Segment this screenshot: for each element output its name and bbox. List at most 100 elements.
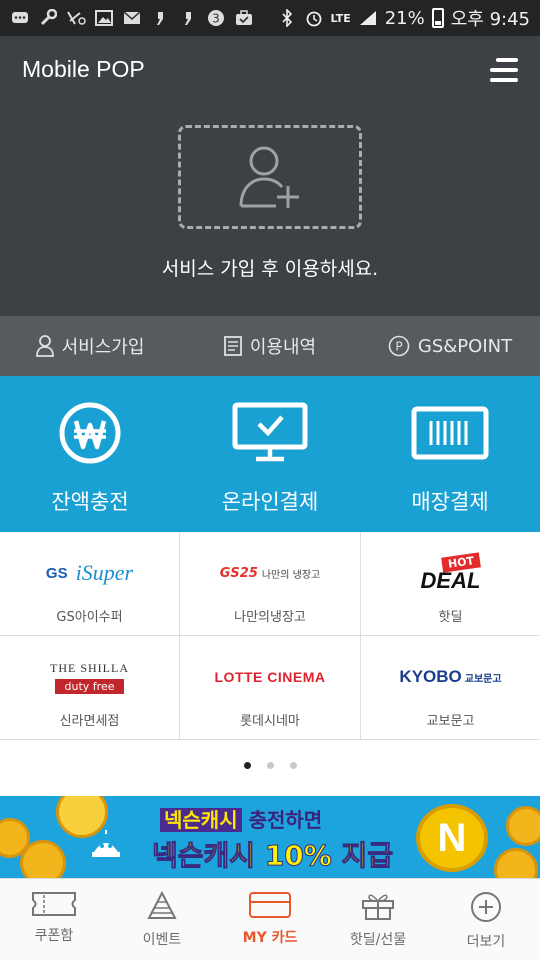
banner-headline-rest: 충전하면 — [241, 808, 323, 832]
lotte-cinema-logo: LOTTE CINEMA — [215, 654, 326, 700]
partner-my-fridge[interactable]: GS25 나만의 냉장고 나만의냉장고 — [180, 532, 361, 636]
payment-actions: 잔액충전 온라인결제 매장결제 — [0, 376, 540, 532]
coin-decoration — [506, 806, 540, 846]
add-profile-button[interactable] — [178, 125, 362, 229]
robot-icon — [92, 830, 120, 857]
coin-decoration — [494, 848, 538, 878]
nav-coupons[interactable]: 쿠폰함 — [0, 879, 108, 960]
person-icon — [35, 335, 54, 357]
clock: 오후 9:45 — [450, 9, 530, 30]
gs-logo-text: GS — [45, 564, 68, 582]
signal-icon — [358, 9, 378, 27]
history-link-label: 이용내역 — [249, 337, 317, 358]
partner-grid: GS iSuper GS아이수퍼 GS25 나만의 냉장고 나만의냉장고 HOT… — [0, 532, 540, 740]
monitor-check-icon — [232, 402, 308, 462]
gs25-logo-text: GS25 — [219, 565, 258, 581]
online-payment-button[interactable]: 온라인결제 — [180, 376, 360, 532]
charge-balance-label: 잔액충전 — [51, 490, 129, 514]
partner-lotte-cinema[interactable]: LOTTE CINEMA 롯데시네마 — [180, 636, 361, 740]
nav-events-label: 이벤트 — [142, 932, 182, 948]
shilla-logo-text: THE SHILLA — [50, 660, 129, 675]
partner-name: 나만의냉장고 — [234, 610, 306, 625]
gs-point-link[interactable]: P GS&POINT — [360, 335, 540, 357]
deal-logo-text: DEAL — [420, 567, 481, 593]
battery-icon — [431, 8, 444, 28]
partner-gs-isuper[interactable]: GS iSuper GS아이수퍼 — [0, 532, 180, 636]
nav-my-card[interactable]: MY 카드 — [216, 879, 324, 960]
banner-offer: 넥슨캐시 10% 지급 — [151, 839, 394, 873]
partner-name: 신라면세점 — [59, 714, 120, 729]
account-header: Mobile POP 서비스 가입 후 이용하세요. — [0, 36, 540, 316]
online-payment-label: 온라인결제 — [221, 490, 319, 514]
quote-icon — [150, 9, 170, 27]
gs-isuper-logo: GS iSuper — [46, 550, 133, 596]
barcode-icon — [411, 406, 489, 460]
network-type: LTE — [330, 11, 351, 25]
plus-circle-icon — [471, 892, 501, 922]
quote-icon — [178, 9, 198, 27]
signup-prompt: 서비스 가입 후 이용하세요. — [161, 258, 379, 280]
kyobo-korean-logo-text: 교보문고 — [464, 673, 502, 685]
nav-more[interactable]: 더보기 — [432, 879, 540, 960]
gs-point-label: GS&POINT — [417, 335, 513, 357]
lotte-cinema-logo-text: LOTTE CINEMA — [214, 669, 326, 685]
store-payment-button[interactable]: 매장결제 — [360, 376, 540, 532]
signup-link[interactable]: 서비스가입 — [0, 333, 180, 359]
charge-balance-button[interactable]: 잔액충전 — [0, 376, 180, 532]
page-dot-2[interactable] — [266, 762, 274, 769]
banner-brand: 넥슨캐시 — [160, 808, 242, 832]
won-icon — [59, 402, 121, 464]
hot-deal-logo: HOT DEAL — [420, 550, 482, 596]
menu-line — [490, 78, 518, 82]
add-user-icon — [239, 146, 299, 208]
bottom-navigation: 쿠폰함 이벤트 MY 카드 핫딜/선물 더보기 — [0, 878, 540, 960]
signup-link-label: 서비스가입 — [61, 337, 145, 358]
mail-icon — [122, 9, 142, 27]
kyobo-logo: KYOBO 교보문고 — [399, 654, 501, 700]
status-bar: 3 LTE 21% 오후 9:45 — [0, 0, 540, 36]
gift-icon — [362, 894, 394, 920]
partner-name: 교보문고 — [426, 714, 475, 729]
badge-three-icon: 3 — [206, 9, 226, 27]
partner-kyobo[interactable]: KYOBO 교보문고 교보문고 — [361, 636, 540, 740]
shilla-logo: THE SHILLA duty free — [50, 654, 129, 700]
nav-hotdeal-gift[interactable]: 핫딜/선물 — [324, 879, 432, 960]
ticket-icon — [32, 892, 76, 916]
page-dot-1[interactable] — [243, 762, 251, 769]
duty-free-logo-text: duty free — [54, 678, 125, 694]
notification-icons: 3 — [10, 9, 254, 27]
kyobo-logo-text: KYOBO — [399, 667, 462, 686]
document-icon — [223, 336, 242, 356]
nav-hotdeal-gift-label: 핫딜/선물 — [349, 932, 407, 948]
banner-headline: 넥슨캐시 충전하면 — [160, 804, 322, 833]
fridge-logo-text: 나만의 냉장고 — [261, 569, 321, 581]
nav-coupons-label: 쿠폰함 — [34, 928, 74, 944]
menu-line — [490, 68, 518, 72]
battery-percent: 21% — [384, 7, 425, 29]
missed-call-icon — [66, 9, 86, 27]
bluetooth-icon — [277, 9, 297, 27]
svg-text:3: 3 — [212, 12, 220, 26]
image-icon — [94, 9, 114, 27]
gs25-fridge-logo: GS25 나만의 냉장고 — [220, 550, 321, 596]
isuper-logo-text: iSuper — [75, 560, 134, 585]
nav-events[interactable]: 이벤트 — [108, 879, 216, 960]
history-link[interactable]: 이용내역 — [180, 333, 360, 359]
menu-line — [496, 58, 518, 62]
service-links: 서비스가입 이용내역 P GS&POINT — [0, 316, 540, 376]
page-dot-3[interactable] — [289, 762, 297, 769]
briefcase-check-icon — [234, 9, 254, 27]
partner-name: GS아이수퍼 — [56, 610, 123, 625]
promo-banner[interactable]: 넥슨캐시 충전하면 넥슨캐시 10% 지급 N — [0, 796, 540, 878]
partner-name: 핫딜 — [438, 610, 463, 625]
nexon-coin-icon: N — [416, 804, 488, 872]
system-status: LTE 21% 오후 9:45 — [277, 5, 530, 31]
card-icon — [249, 892, 291, 918]
nav-more-label: 더보기 — [466, 934, 506, 950]
pagination-dots — [0, 762, 540, 769]
store-payment-label: 매장결제 — [411, 490, 489, 514]
menu-button[interactable] — [490, 58, 518, 82]
partner-hot-deal[interactable]: HOT DEAL 핫딜 — [361, 532, 540, 636]
coin-decoration — [20, 840, 66, 878]
partner-shilla-duty-free[interactable]: THE SHILLA duty free 신라면세점 — [0, 636, 180, 740]
